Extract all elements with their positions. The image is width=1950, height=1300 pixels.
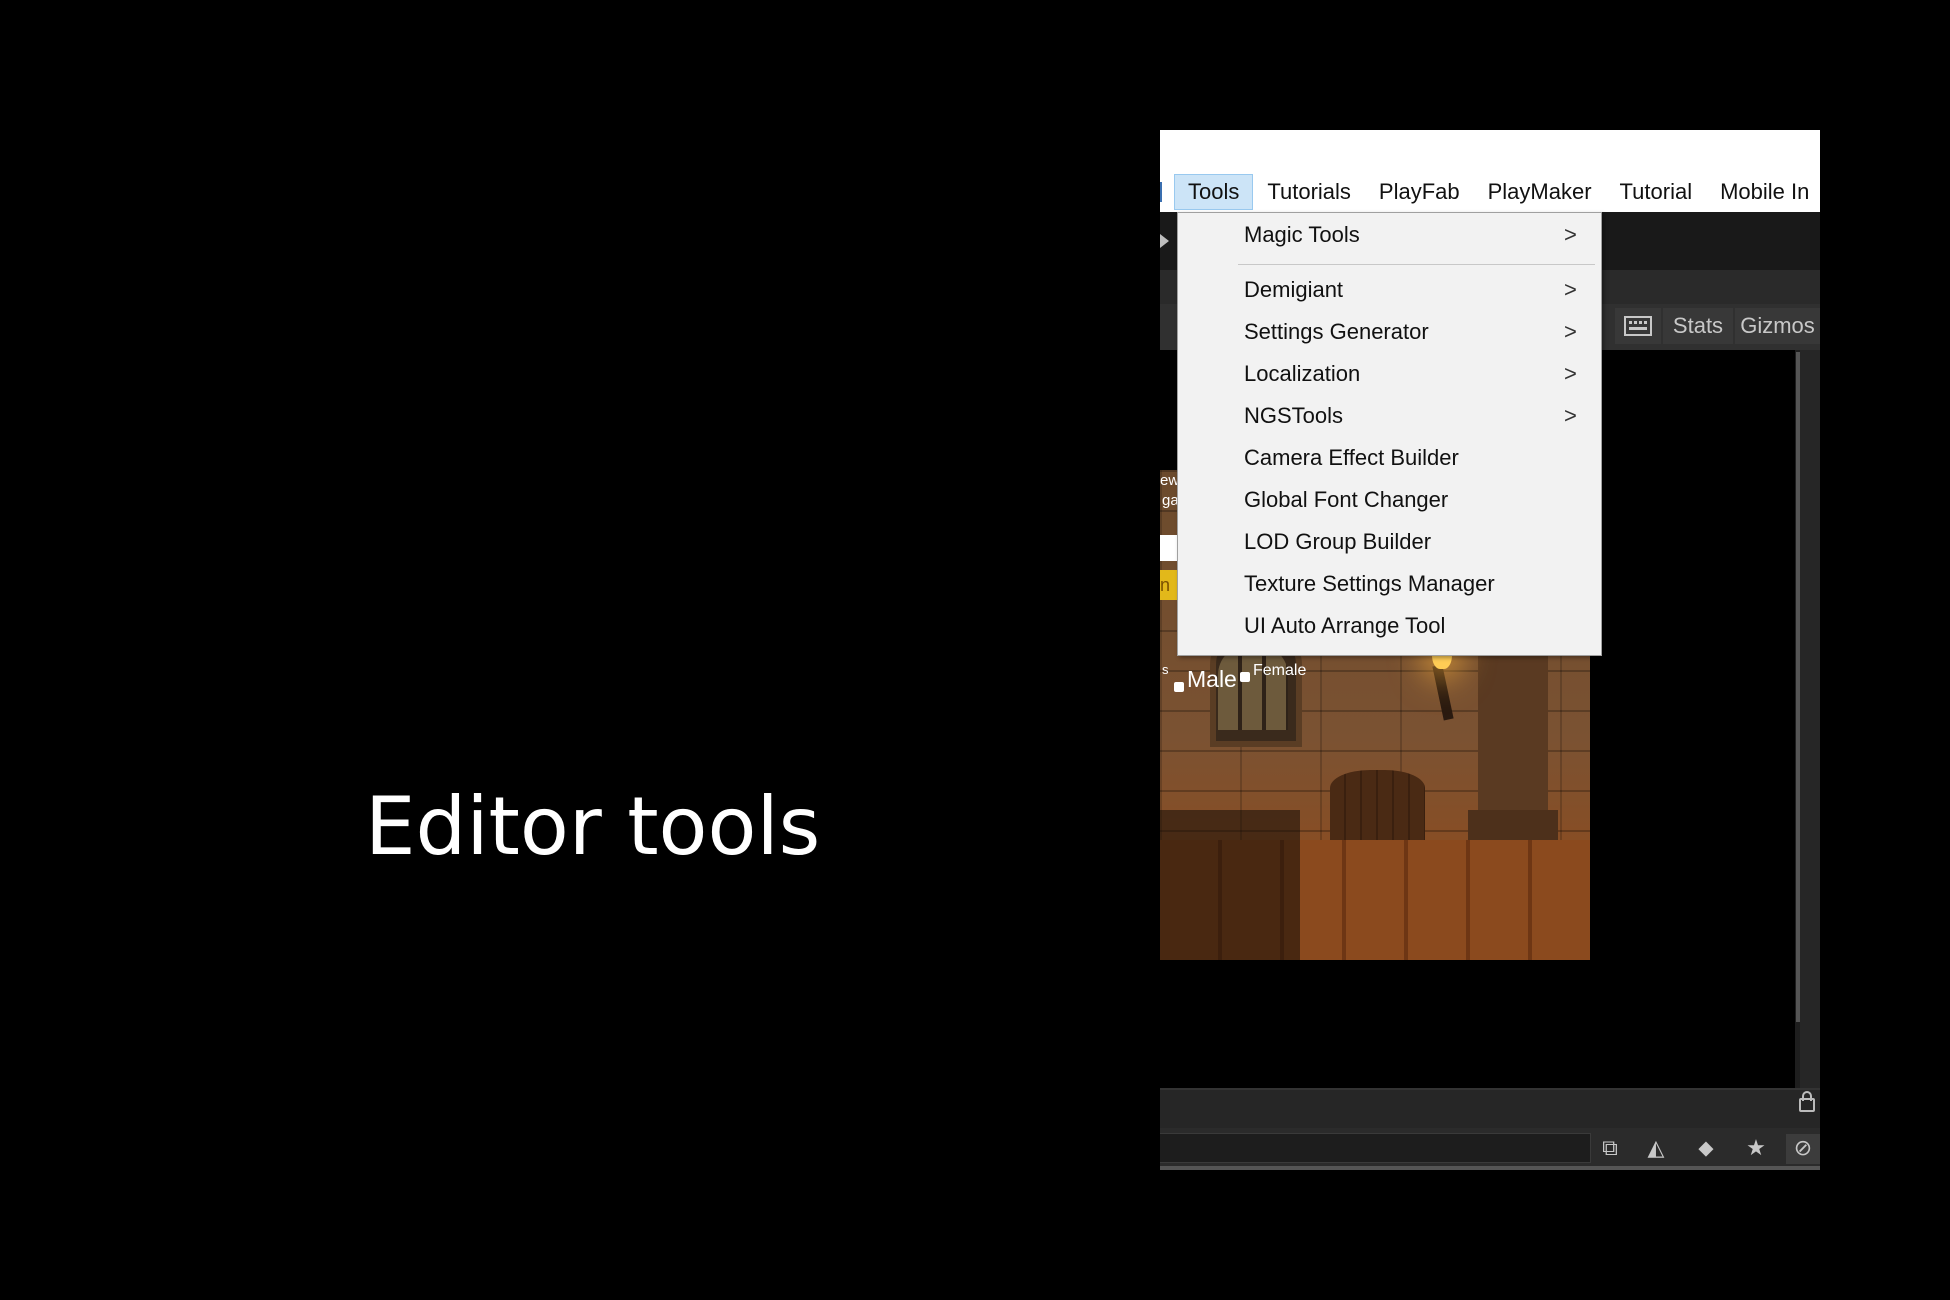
open-window-icon[interactable]: ⧉ xyxy=(1593,1134,1627,1164)
filter-by-type-icon[interactable]: ◭ xyxy=(1639,1134,1673,1164)
menu-item-ui-auto-arrange-tool[interactable]: UI Auto Arrange Tool xyxy=(1178,606,1601,646)
project-panel-header xyxy=(1160,1088,1820,1130)
project-search-input[interactable] xyxy=(1160,1133,1591,1163)
dark-panel xyxy=(1160,810,1300,960)
menu-item-lod-group-builder[interactable]: LOD Group Builder xyxy=(1178,522,1601,562)
menu-item-label: Camera Effect Builder xyxy=(1244,445,1459,470)
menu-item-settings-generator[interactable]: Settings Generator > xyxy=(1178,312,1601,352)
menu-playmaker[interactable]: PlayMaker xyxy=(1474,174,1606,210)
menu-item-label: Texture Settings Manager xyxy=(1244,571,1495,596)
menu-item-global-font-changer[interactable]: Global Font Changer xyxy=(1178,480,1601,520)
vertical-scrollbar[interactable] xyxy=(1796,352,1800,1022)
favorite-star-icon[interactable]: ★ xyxy=(1739,1134,1773,1164)
menu-item-camera-effect-builder[interactable]: Camera Effect Builder xyxy=(1178,438,1601,478)
yellow-button[interactable]: n xyxy=(1160,570,1178,600)
keyboard-icon[interactable] xyxy=(1615,308,1661,344)
gizmos-button[interactable]: Gizmos xyxy=(1735,308,1820,344)
menu-separator xyxy=(1238,264,1595,265)
lock-icon[interactable] xyxy=(1799,1091,1815,1112)
female-label: Female xyxy=(1253,662,1307,679)
menu-item-label: Localization xyxy=(1244,361,1361,386)
right-strip xyxy=(1800,350,1820,1170)
menubar-edge xyxy=(1160,182,1162,202)
male-label: Male xyxy=(1187,666,1237,692)
submenu-arrow-icon: > xyxy=(1564,277,1577,302)
menu-item-ngstools[interactable]: NGSTools > xyxy=(1178,396,1601,436)
hidden-eye-icon[interactable]: ⊘ xyxy=(1786,1134,1820,1164)
menu-tutorials[interactable]: Tutorials xyxy=(1253,174,1365,210)
play-icon[interactable] xyxy=(1160,234,1169,248)
menu-item-label: UI Auto Arrange Tool xyxy=(1244,613,1446,638)
submenu-arrow-icon: > xyxy=(1564,222,1577,247)
menu-item-label: LOD Group Builder xyxy=(1244,529,1432,554)
menu-item-label: NGSTools xyxy=(1244,403,1344,428)
menu-item-texture-settings-manager[interactable]: Texture Settings Manager xyxy=(1178,564,1601,604)
bottom-scrollbar xyxy=(1160,1166,1820,1170)
female-radio[interactable] xyxy=(1240,672,1250,682)
submenu-arrow-icon: > xyxy=(1564,403,1577,428)
menu-item-magic-tools[interactable]: Magic Tools > xyxy=(1178,215,1601,255)
menu-item-label: Settings Generator xyxy=(1244,319,1429,344)
menu-item-label: Global Font Changer xyxy=(1244,487,1449,512)
menu-mobile-input[interactable]: Mobile In xyxy=(1706,174,1820,210)
menu-item-label: Magic Tools xyxy=(1244,222,1360,247)
label-tag-icon[interactable]: ⬥ xyxy=(1689,1134,1723,1164)
option-label-cut: s xyxy=(1162,662,1169,677)
menu-item-localization[interactable]: Localization > xyxy=(1178,354,1601,394)
menu-playfab[interactable]: PlayFab xyxy=(1365,174,1474,210)
white-field xyxy=(1160,535,1178,561)
editor-screenshot: Tools Tutorials PlayFab PlayMaker Tutori… xyxy=(1160,130,1820,1170)
stats-button[interactable]: Stats xyxy=(1663,308,1733,344)
submenu-arrow-icon: > xyxy=(1564,319,1577,344)
menubar: Tools Tutorials PlayFab PlayMaker Tutori… xyxy=(1160,130,1820,212)
submenu-arrow-icon: > xyxy=(1564,361,1577,386)
tools-dropdown-menu: Magic Tools > Demigiant > Settings Gener… xyxy=(1177,212,1602,656)
male-radio[interactable] xyxy=(1174,682,1184,692)
menu-item-demigiant[interactable]: Demigiant > xyxy=(1178,270,1601,310)
menu-tools[interactable]: Tools xyxy=(1174,174,1254,210)
caption-title: Editor tools xyxy=(365,780,821,873)
menu-tutorial[interactable]: Tutorial xyxy=(1606,174,1707,210)
menu-item-label: Demigiant xyxy=(1244,277,1344,302)
